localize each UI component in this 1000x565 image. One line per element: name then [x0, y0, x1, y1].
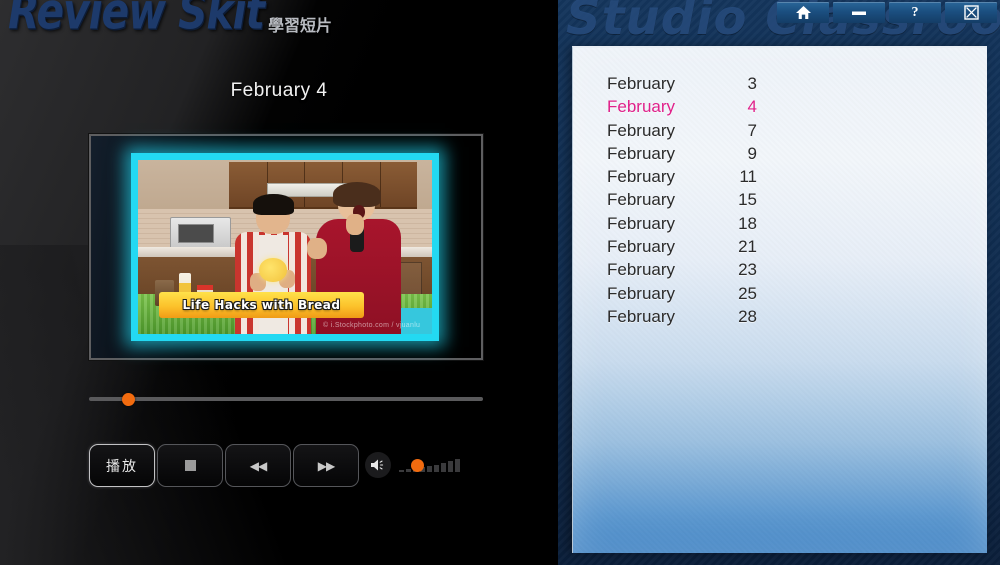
date-list-item[interactable]: February 4	[607, 95, 757, 118]
seek-track[interactable]	[89, 397, 483, 401]
play-button-label: 播放	[106, 458, 138, 475]
date-item-month: February	[607, 213, 676, 233]
date-list-item[interactable]: February 9	[607, 142, 757, 165]
app-branding: Review Skit 學習短片	[8, 0, 332, 41]
date-list-item[interactable]: February 25	[607, 282, 757, 305]
brand-subtitle: 學習短片	[267, 16, 332, 35]
rewind-icon: ◀◀	[249, 458, 267, 473]
rewind-button[interactable]: ◀◀	[225, 444, 291, 487]
date-item-day: 11	[739, 167, 757, 187]
date-item-month: February	[607, 120, 676, 140]
date-item-month: February	[607, 283, 676, 303]
date-item-month: February	[607, 167, 676, 187]
minimize-button[interactable]	[833, 2, 885, 23]
date-item-month: February	[607, 143, 676, 163]
fast-forward-icon: ▶▶	[317, 458, 335, 473]
date-item-day: 15	[738, 190, 757, 210]
seek-bar[interactable]	[89, 393, 483, 406]
date-item-day: 7	[747, 120, 757, 140]
video-stage[interactable]: Life Hacks with Bread © i.Stockphoto.com…	[89, 134, 483, 360]
seek-handle[interactable]	[122, 393, 136, 406]
stop-button[interactable]	[157, 444, 223, 487]
date-list-item[interactable]: February 18	[607, 212, 757, 235]
video-caption-text: Life Hacks with Bread	[182, 298, 341, 313]
date-item-month: February	[607, 190, 676, 210]
date-item-month: February	[607, 74, 676, 93]
play-button[interactable]: 播放	[89, 444, 155, 487]
date-list-item[interactable]: February 21	[607, 235, 757, 258]
window-titlebar-buttons: ?	[773, 2, 997, 23]
date-list-item[interactable]: February 3	[607, 72, 757, 95]
date-list-item[interactable]: February 28	[607, 305, 757, 328]
date-list-item[interactable]: February 7	[607, 119, 757, 142]
date-item-day: 9	[747, 143, 757, 163]
speaker-icon[interactable]	[365, 452, 391, 478]
home-button[interactable]	[777, 2, 829, 23]
date-item-day: 21	[738, 237, 757, 257]
date-list-container: February 3 February 4 February 7 February 9 Febr…	[572, 46, 987, 553]
home-icon	[795, 5, 812, 20]
fast-forward-button[interactable]: ▶▶	[293, 444, 359, 487]
player-panel: Review Skit 學習短片 February 4 Life Hacks w…	[0, 0, 558, 565]
video-scene: Life Hacks with Bread © i.Stockphoto.com…	[138, 160, 432, 334]
date-item-day: 25	[738, 283, 757, 303]
date-item-day: 23	[738, 260, 757, 280]
volume-bars[interactable]	[399, 458, 462, 472]
help-button[interactable]: ?	[889, 2, 941, 23]
close-boxed-icon	[963, 5, 979, 20]
date-list-item[interactable]: February 11	[607, 165, 757, 188]
date-item-day: 18	[738, 213, 757, 233]
lesson-list-panel: Studio Classroom ?	[558, 0, 1000, 565]
date-item-day: 4	[747, 97, 757, 117]
date-item-day: 28	[738, 306, 757, 326]
transport-controls: 播放 ◀◀ ▶▶	[89, 444, 361, 487]
volume-handle[interactable]	[410, 459, 424, 472]
stop-icon	[184, 460, 196, 471]
date-item-day: 3	[747, 74, 757, 93]
date-list-item[interactable]: February 15	[607, 188, 757, 211]
close-button[interactable]	[945, 2, 997, 23]
volume-control[interactable]	[365, 452, 462, 478]
date-list-item[interactable]: February 23	[607, 258, 757, 281]
video-frame-glow: Life Hacks with Bread © i.Stockphoto.com…	[131, 153, 439, 341]
date-item-month: February	[607, 260, 676, 280]
question-mark-icon: ?	[911, 4, 919, 20]
date-item-month: February	[607, 237, 676, 257]
video-caption-banner: Life Hacks with Bread	[158, 292, 365, 319]
date-item-month: February	[607, 306, 676, 326]
date-item-month: February	[607, 97, 676, 117]
brand-title: Review Skit	[8, 0, 265, 41]
app-window: Review Skit 學習短片 February 4 Life Hacks w…	[0, 0, 1000, 565]
episode-title: February 4	[230, 80, 328, 101]
minimize-icon	[851, 10, 867, 16]
video-stock-watermark: © i.Stockphoto.com / vjuanlu	[323, 321, 421, 329]
date-list: February 3 February 4 February 7 February 9 Febr…	[573, 48, 987, 328]
